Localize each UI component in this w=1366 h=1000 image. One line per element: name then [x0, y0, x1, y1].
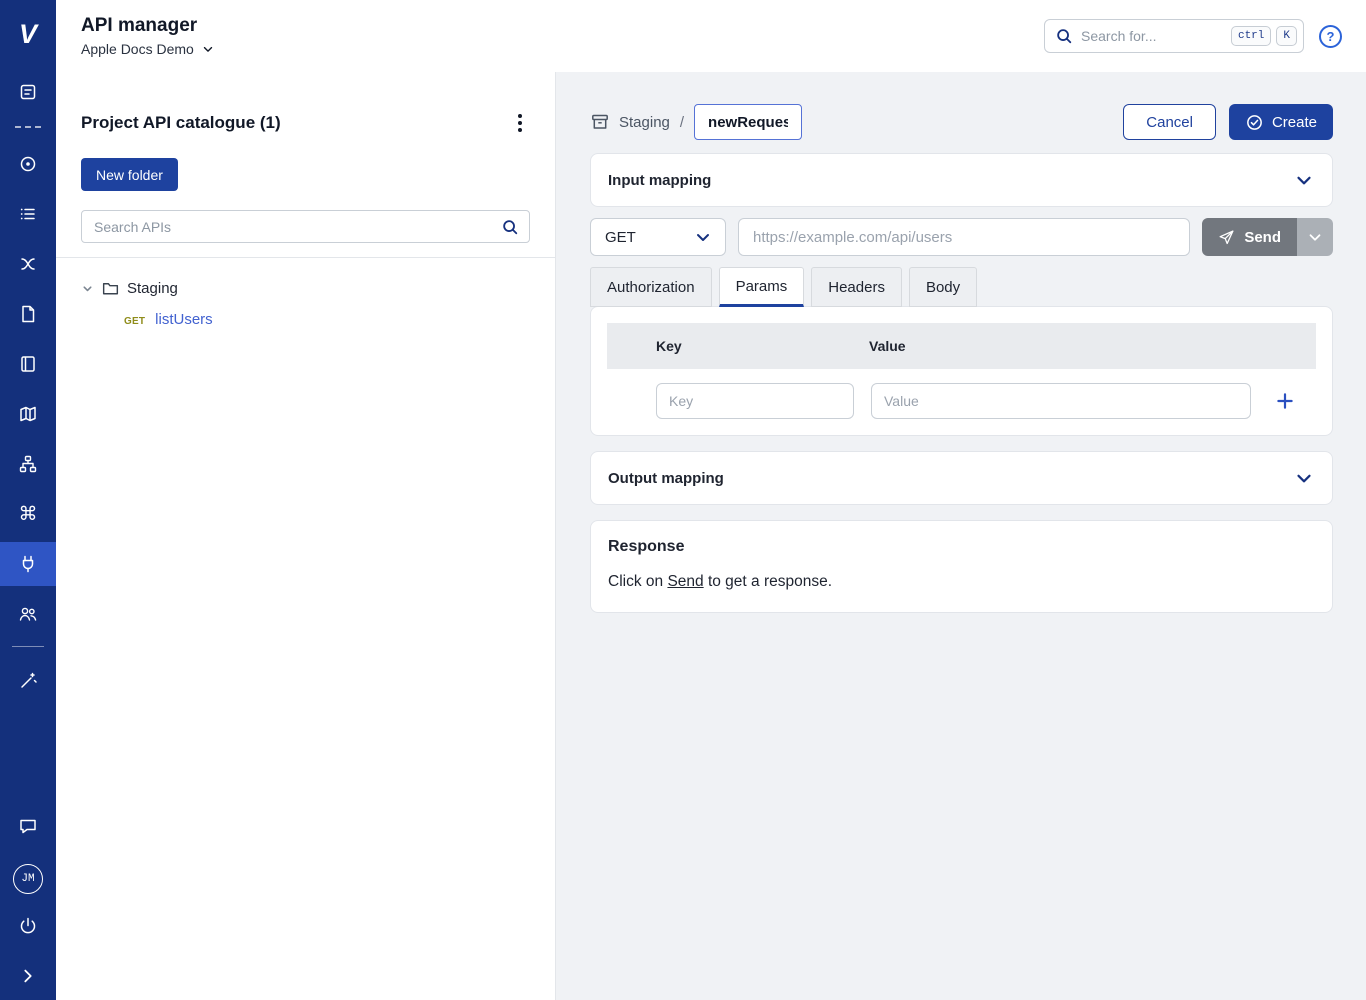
avatar[interactable]: JM: [13, 864, 43, 894]
send-split-button: Send: [1202, 218, 1333, 256]
input-mapping-section[interactable]: Input mapping: [590, 153, 1333, 207]
workflow-icon[interactable]: [0, 442, 56, 486]
paper-plane-icon: [1218, 229, 1235, 246]
chat-icon[interactable]: [0, 804, 56, 848]
chevron-down-icon[interactable]: [1293, 169, 1315, 191]
breadcrumb-folder[interactable]: Staging: [619, 114, 670, 131]
kebab-menu-icon[interactable]: [510, 110, 530, 136]
project-switcher[interactable]: Apple Docs Demo: [81, 41, 215, 57]
catalog-icon[interactable]: [0, 342, 56, 386]
flow-icon[interactable]: [0, 242, 56, 286]
help-button[interactable]: ?: [1319, 25, 1342, 48]
output-mapping-label: Output mapping: [608, 470, 724, 487]
tab-body[interactable]: Body: [909, 267, 977, 307]
api-plug-icon[interactable]: [0, 542, 56, 586]
folder-label: Staging: [127, 280, 178, 297]
create-button-label: Create: [1272, 114, 1317, 131]
map-icon[interactable]: [0, 392, 56, 436]
chevron-down-icon[interactable]: [1293, 467, 1315, 489]
request-tabs: Authorization Params Headers Body: [590, 267, 1333, 307]
response-hint: Click on Send to get a response.: [608, 573, 1315, 591]
response-section: Response Click on Send to get a response…: [590, 520, 1333, 613]
folder-icon: [101, 279, 120, 298]
method-select-value: GET: [605, 229, 636, 246]
app-logo[interactable]: V: [8, 14, 48, 54]
tab-authorization[interactable]: Authorization: [590, 267, 712, 307]
expand-chevron-icon[interactable]: [0, 954, 56, 998]
send-link[interactable]: Send: [667, 573, 703, 590]
output-mapping-section[interactable]: Output mapping: [590, 451, 1333, 505]
new-folder-button[interactable]: New folder: [81, 158, 178, 191]
chevron-down-icon: [1306, 228, 1324, 246]
chevron-down-icon: [693, 227, 713, 247]
param-value-input[interactable]: [871, 383, 1251, 419]
app-header: API manager Apple Docs Demo ctrl K ?: [56, 0, 1366, 72]
power-icon[interactable]: [0, 904, 56, 948]
command-icon[interactable]: ⌘: [0, 492, 56, 536]
plus-icon: [1274, 390, 1296, 412]
request-editor: Staging / Cancel Create Input mapping: [556, 72, 1366, 1000]
users-icon[interactable]: [0, 592, 56, 636]
add-param-button[interactable]: [1274, 390, 1296, 412]
tab-headers[interactable]: Headers: [811, 267, 902, 307]
send-button[interactable]: Send: [1202, 218, 1297, 256]
chevron-down-icon: [201, 42, 215, 56]
rail-divider-dashed: [15, 126, 41, 128]
tree-chevron-icon[interactable]: [81, 282, 94, 295]
icon-rail: V ⌘ JM: [0, 0, 56, 1000]
tab-params[interactable]: Params: [719, 267, 805, 307]
create-button[interactable]: Create: [1229, 104, 1333, 140]
api-search[interactable]: [81, 210, 530, 243]
method-select[interactable]: GET: [590, 218, 726, 256]
sidebar-divider: [56, 257, 555, 258]
key-column-header: Key: [607, 338, 869, 354]
search-icon: [501, 218, 519, 236]
request-bar: GET Send: [590, 218, 1333, 256]
send-button-label: Send: [1244, 229, 1281, 246]
file-icon[interactable]: [0, 292, 56, 336]
archive-box-icon: [590, 112, 610, 132]
tree-folder-staging[interactable]: Staging: [81, 279, 530, 298]
project-name: Apple Docs Demo: [81, 41, 194, 57]
method-badge: GET: [124, 316, 145, 327]
list-icon[interactable]: [0, 192, 56, 236]
rail-divider: [12, 646, 44, 647]
response-title: Response: [608, 538, 1315, 556]
url-input[interactable]: [738, 218, 1190, 256]
kbd-k: K: [1276, 26, 1297, 46]
global-search-input[interactable]: [1081, 28, 1226, 44]
wand-icon[interactable]: [0, 659, 56, 703]
request-name-input[interactable]: [694, 104, 802, 140]
api-catalogue-sidebar: Project API catalogue (1) New folder Sta…: [56, 72, 556, 1000]
check-circle-icon: [1245, 113, 1264, 132]
tree-request-listusers[interactable]: GET listUsers: [124, 311, 530, 328]
kbd-ctrl: ctrl: [1231, 26, 1271, 46]
global-search[interactable]: ctrl K: [1044, 19, 1304, 53]
send-options-caret[interactable]: [1297, 218, 1333, 256]
api-search-input[interactable]: [94, 219, 501, 235]
breadcrumb: Staging / Cancel Create: [590, 102, 1333, 142]
params-table: Key Value: [590, 306, 1333, 436]
search-icon: [1055, 27, 1073, 45]
page-title: API manager: [81, 15, 215, 37]
request-link: listUsers: [155, 311, 213, 328]
value-column-header: Value: [869, 338, 906, 354]
api-tree: Staging GET listUsers: [81, 279, 530, 328]
params-table-header: Key Value: [607, 323, 1316, 369]
eye-icon[interactable]: [0, 142, 56, 186]
params-row: [607, 383, 1316, 419]
notes-icon[interactable]: [0, 70, 56, 114]
breadcrumb-separator: /: [680, 114, 684, 131]
header-title-block: API manager Apple Docs Demo: [81, 15, 215, 57]
cancel-button[interactable]: Cancel: [1123, 104, 1216, 140]
catalogue-title: Project API catalogue (1): [81, 113, 281, 133]
param-key-input[interactable]: [656, 383, 854, 419]
input-mapping-label: Input mapping: [608, 172, 711, 189]
